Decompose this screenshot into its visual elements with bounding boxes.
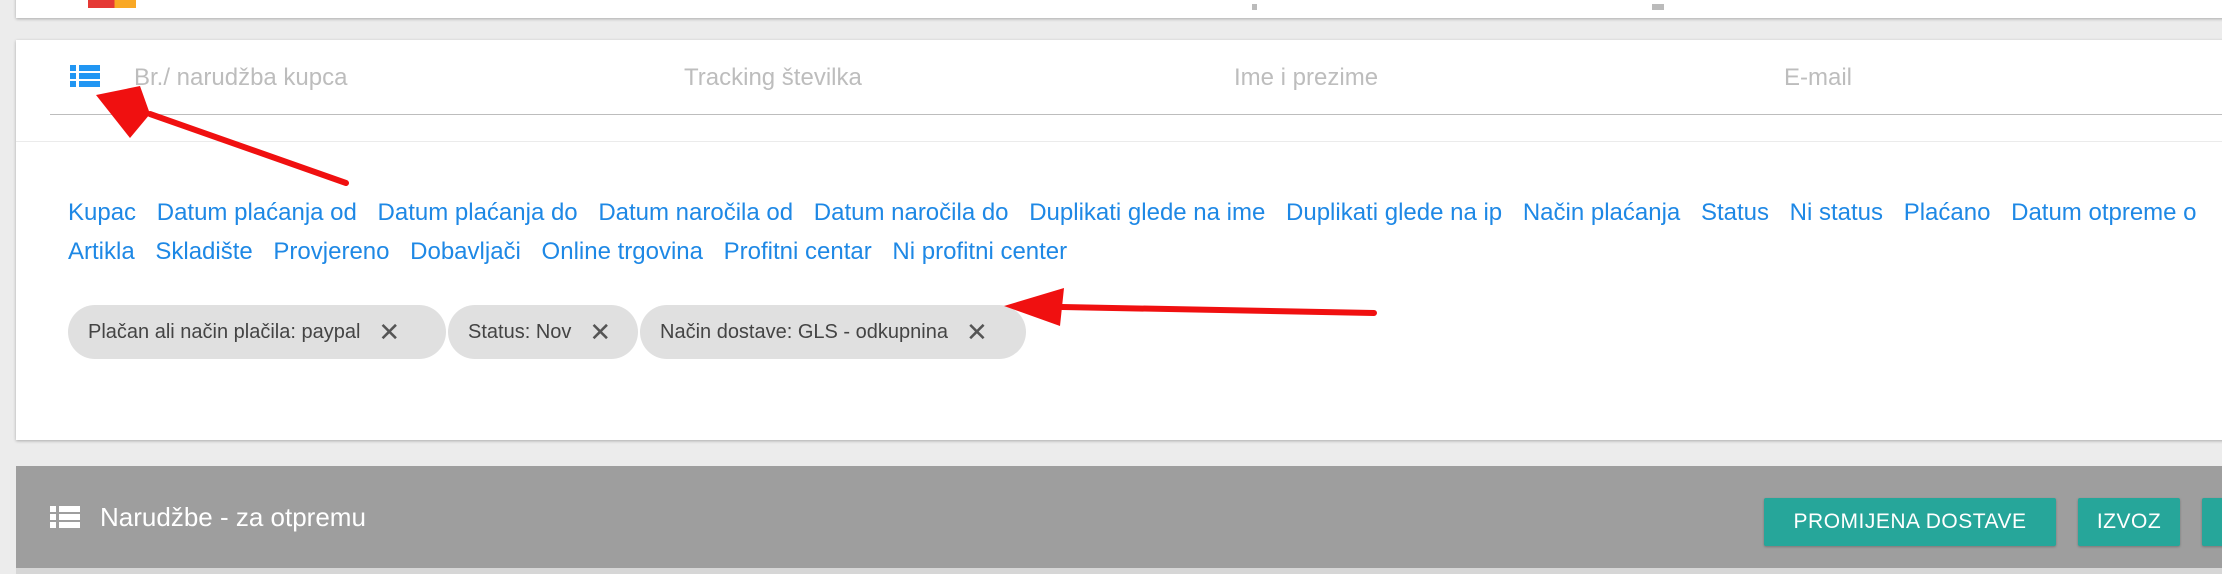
filter-link-suppliers[interactable]: Dobavljači bbox=[410, 238, 521, 265]
orders-title: Narudžbe - za otpremu bbox=[100, 502, 366, 532]
order-number-input[interactable] bbox=[132, 62, 636, 94]
filter-links: Kupac Datum plaćanja od Datum plaćanja d… bbox=[68, 193, 2222, 271]
close-icon[interactable]: ✕ bbox=[966, 319, 988, 345]
header-underline bbox=[16, 568, 2222, 574]
filter-link-payment-date-from[interactable]: Datum plaćanja od bbox=[157, 199, 357, 226]
filter-chip-label: Način dostave: GLS - odkupnina bbox=[660, 320, 948, 343]
email-input[interactable] bbox=[1782, 62, 2222, 94]
logo bbox=[88, 0, 136, 8]
filter-link-duplicates-name[interactable]: Duplikati glede na ime bbox=[1029, 199, 1265, 226]
list-icon[interactable] bbox=[70, 64, 100, 88]
export-button[interactable]: IZVOZ bbox=[2078, 498, 2180, 546]
orders-header: Narudžbe - za otpremu PROMIJENA DOSTAVE … bbox=[16, 466, 2222, 574]
filter-link-shipping-date[interactable]: Datum otpreme o bbox=[2011, 199, 2196, 226]
tracking-number-input[interactable] bbox=[682, 62, 1186, 94]
filter-link-payment-date-to[interactable]: Datum plaćanja do bbox=[378, 199, 578, 226]
search-row bbox=[50, 40, 2222, 115]
filter-link-duplicates-ip[interactable]: Duplikati glede na ip bbox=[1286, 199, 1502, 226]
filter-link-not-profit-center[interactable]: Ni profitni center bbox=[892, 238, 1067, 265]
filter-link-order-date-to[interactable]: Datum naročila do bbox=[814, 199, 1009, 226]
filter-link-kupac[interactable]: Kupac bbox=[68, 199, 136, 226]
filter-chip-label: Status: Nov bbox=[468, 320, 572, 343]
filter-link-online-store[interactable]: Online trgovina bbox=[542, 238, 703, 265]
filter-link-warehouse[interactable]: Skladište bbox=[155, 238, 252, 265]
filter-links-row-2: Artikla Skladište Provjereno Dobavljači … bbox=[68, 232, 2222, 271]
top-card-text-fragment bbox=[1652, 4, 1664, 10]
filter-link-profit-center[interactable]: Profitni centar bbox=[724, 238, 872, 265]
close-icon[interactable]: ✕ bbox=[589, 319, 611, 345]
filter-links-row-1: Kupac Datum plaćanja od Datum plaćanja d… bbox=[68, 193, 2222, 232]
divider bbox=[16, 141, 2222, 142]
filter-chip-delivery: Način dostave: GLS - odkupnina ✕ bbox=[640, 305, 1026, 359]
top-card bbox=[16, 0, 2222, 18]
filter-chip-label: Plačan ali način plačila: paypal bbox=[88, 320, 361, 343]
name-input[interactable] bbox=[1232, 62, 1736, 94]
filter-link-article[interactable]: Artikla bbox=[68, 238, 135, 265]
filter-link-paid[interactable]: Plaćano bbox=[1904, 199, 1991, 226]
filter-link-not-status[interactable]: Ni status bbox=[1790, 199, 1883, 226]
filter-chip-payment: Plačan ali način plačila: paypal ✕ bbox=[68, 305, 446, 359]
filter-chip-status: Status: Nov ✕ bbox=[448, 305, 638, 359]
filter-link-payment-method[interactable]: Način plaćanja bbox=[1523, 199, 1680, 226]
filter-link-order-date-from[interactable]: Datum naročila od bbox=[598, 199, 793, 226]
filter-link-status[interactable]: Status bbox=[1701, 199, 1769, 226]
close-icon[interactable]: ✕ bbox=[378, 319, 400, 345]
top-card-text-fragment bbox=[1252, 4, 1257, 10]
list-icon bbox=[50, 505, 80, 529]
active-filter-chips: Plačan ali način plačila: paypal ✕ Statu… bbox=[68, 305, 1028, 359]
change-delivery-button[interactable]: PROMIJENA DOSTAVE bbox=[1764, 498, 2056, 546]
filter-link-checked[interactable]: Provjereno bbox=[273, 238, 389, 265]
next-button[interactable]: NA bbox=[2202, 498, 2222, 546]
filter-card: Kupac Datum plaćanja od Datum plaćanja d… bbox=[16, 40, 2222, 440]
